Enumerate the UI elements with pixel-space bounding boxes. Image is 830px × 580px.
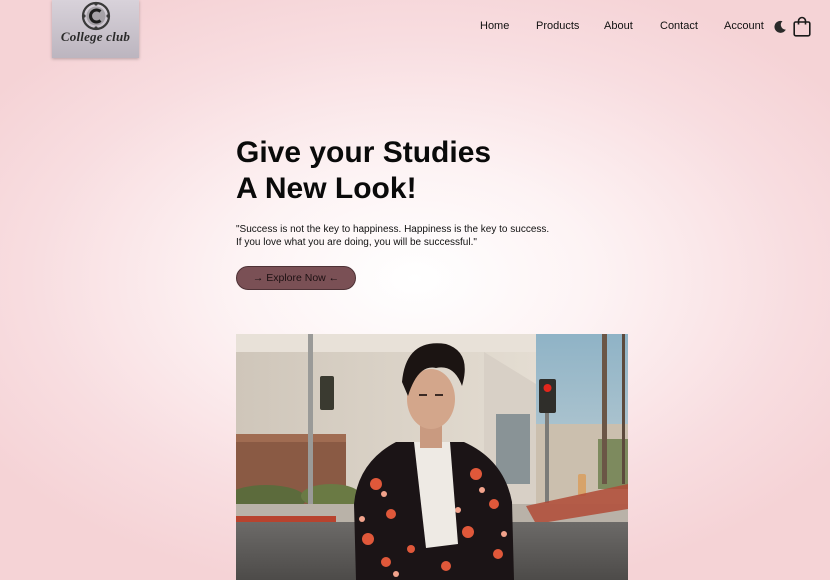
nav-about[interactable]: About bbox=[604, 20, 633, 32]
nav-home[interactable]: Home bbox=[480, 20, 509, 32]
shopping-bag-icon[interactable] bbox=[793, 16, 811, 37]
nav-contact[interactable]: Contact bbox=[660, 20, 698, 32]
moon-icon[interactable] bbox=[773, 20, 787, 34]
headline-line-1: Give your Studies bbox=[236, 136, 492, 169]
quote-line-2: If you love what you are doing, you will… bbox=[236, 236, 477, 248]
hero-headline: Give your Studies A New Look! bbox=[236, 135, 491, 207]
hero-image bbox=[236, 334, 628, 580]
main-nav: Home Products About Contact Account bbox=[0, 20, 830, 34]
nav-products[interactable]: Products bbox=[536, 20, 579, 32]
nav-account[interactable]: Account bbox=[724, 20, 764, 32]
hero-quote: "Success is not the key to happiness. Ha… bbox=[236, 224, 549, 249]
hero-photo bbox=[236, 334, 628, 580]
quote-line-1: "Success is not the key to happiness. Ha… bbox=[236, 224, 550, 235]
headline-line-2: A New Look! bbox=[236, 172, 417, 205]
explore-now-button[interactable]: → Explore Now ← bbox=[236, 266, 356, 290]
